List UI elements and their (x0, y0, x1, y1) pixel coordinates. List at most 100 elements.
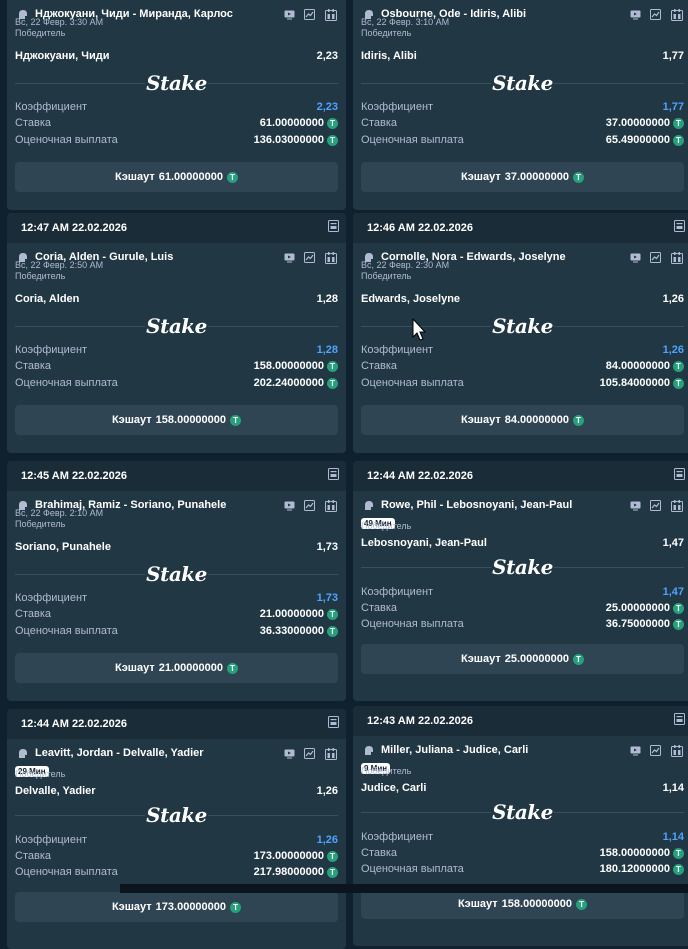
tether-coin-icon: T (572, 653, 584, 665)
live-stream-icon[interactable] (630, 500, 641, 511)
selection-name: Edwards, Joselyne (361, 293, 461, 305)
cashout-button[interactable]: Кэшаут 84.00000000 T (361, 405, 684, 435)
stake-row: Ставка 61.00000000 T (15, 117, 338, 131)
stake-label: Ставка (15, 360, 51, 372)
stats-chart-icon[interactable] (650, 745, 661, 756)
odds-value: 1,26 (662, 344, 684, 356)
odds-row: Коэффициент 2,23 (15, 101, 338, 115)
cashout-button[interactable]: Кэшаут 173.00000000 T (15, 892, 338, 922)
card-header: 12:47 AM 22.02.2026 (7, 213, 346, 243)
cashout-button[interactable]: Кэшаут 158.00000000 T (15, 405, 338, 435)
bet-slip-icon[interactable] (674, 220, 685, 232)
event-row[interactable]: Miller, Juliana - Judice, Carli (363, 744, 684, 758)
mma-glove-icon (19, 749, 27, 758)
event-title[interactable]: Leavitt, Jordan - Delvalle, Yadier (35, 747, 204, 759)
event-title[interactable]: Miller, Juliana - Judice, Carli (381, 744, 528, 756)
event-actions (630, 8, 684, 22)
scoreboard-icon[interactable] (325, 748, 337, 760)
stake-logo-divider: Stake (361, 800, 684, 824)
odds-value: 1,47 (662, 586, 684, 598)
scoreboard-icon[interactable] (325, 252, 337, 264)
card-header: 12:44 AM 22.02.2026 (353, 461, 688, 491)
stake-label: Ставка (15, 850, 51, 862)
event-row[interactable]: Rowe, Phil - Lebosnoyani, Jean-Paul (363, 499, 684, 513)
event-title[interactable]: Rowe, Phil - Lebosnoyani, Jean-Paul (381, 499, 572, 511)
bet-timestamp: 12:46 AM 22.02.2026 (367, 222, 473, 234)
stake-value: 158.00000000 (599, 847, 670, 859)
payout-value: 36.33000000 (259, 625, 324, 637)
tether-coin-icon: T (327, 135, 338, 146)
cashout-button[interactable]: Кэшаут 61.00000000 T (15, 162, 338, 192)
bet-card: 12:44 AM 22.02.2026 Leavitt, Jordan - Del… (7, 709, 346, 949)
stats-chart-icon[interactable] (304, 9, 315, 20)
bet-slip-icon[interactable] (674, 468, 685, 480)
stats-chart-icon[interactable] (304, 252, 315, 263)
market-name: Победитель (361, 271, 412, 281)
tether-coin-icon: T (327, 867, 338, 878)
cashout-amount: 158.00000000 (155, 414, 227, 426)
payout-row: Оценочная выплата 180.12000000 T (361, 863, 684, 877)
odds-value: 1,73 (316, 592, 338, 604)
event-date: Вс, 22 Февр. 2:30 AM (361, 260, 450, 270)
divider-line (554, 326, 684, 327)
bet-timestamp: 12:44 AM 22.02.2026 (367, 470, 473, 482)
tether-coin-icon: T (230, 414, 242, 426)
scoreboard-icon[interactable] (671, 252, 683, 264)
stake-row: Ставка 158.00000000 T (361, 847, 684, 861)
selection-name: Нджокуани, Чиди (15, 50, 110, 62)
mma-glove-icon (365, 501, 373, 510)
stake-value: 37.00000000 (605, 117, 670, 129)
card-body: Osbourne, Ode - Idiris, Alibi Вс, 22 Февр… (353, 0, 688, 210)
stake-label: Ставка (361, 360, 397, 372)
market-name: Победитель (361, 521, 412, 531)
live-stream-icon[interactable] (284, 9, 295, 20)
bet-slip-icon[interactable] (674, 713, 685, 725)
selection-name: Idiris, Alibi (361, 50, 417, 62)
stake-logo-divider: Stake (15, 803, 338, 827)
stats-chart-icon[interactable] (650, 252, 661, 263)
card-header: 12:44 AM 22.02.2026 (7, 709, 346, 739)
odds-row: Коэффициент 1,26 (15, 834, 338, 848)
card-body: Leavitt, Jordan - Delvalle, Yadier 29 Мин… (7, 739, 346, 949)
stake-row: Ставка 158.00000000 T (15, 360, 338, 374)
cashout-button[interactable]: Кэшаут 21.00000000 T (15, 653, 338, 683)
selection-name: Coria, Alden (15, 293, 80, 305)
cashout-button[interactable]: Кэшаут 158.00000000 T (361, 889, 684, 919)
odds-row: Коэффициент 1,77 (361, 101, 684, 115)
live-stream-icon[interactable] (630, 252, 641, 263)
bet-slip-icon[interactable] (328, 220, 339, 232)
selection-odds: 1,47 (662, 537, 684, 549)
scoreboard-icon[interactable] (671, 745, 683, 757)
live-stream-icon[interactable] (284, 500, 295, 511)
live-stream-icon[interactable] (630, 745, 641, 756)
selection-odds: 1,77 (662, 50, 684, 62)
event-actions (284, 8, 338, 22)
scoreboard-icon[interactable] (325, 9, 337, 21)
stats-chart-icon[interactable] (650, 9, 661, 20)
stats-chart-icon[interactable] (650, 500, 661, 511)
tether-coin-icon: T (673, 361, 684, 372)
payout-value: 136.03000000 (253, 134, 324, 146)
cashout-button[interactable]: Кэшаут 25.00000000 T (361, 644, 684, 674)
bet-slip-icon[interactable] (328, 716, 339, 728)
live-stream-icon[interactable] (284, 748, 295, 759)
stats-chart-icon[interactable] (304, 500, 315, 511)
live-stream-icon[interactable] (630, 9, 641, 20)
cashout-button[interactable]: Кэшаут 37.00000000 T (361, 162, 684, 192)
scoreboard-icon[interactable] (671, 9, 683, 21)
stats-chart-icon[interactable] (304, 748, 315, 759)
event-row[interactable]: Leavitt, Jordan - Delvalle, Yadier (17, 747, 338, 761)
bet-slip-icon[interactable] (328, 468, 339, 480)
bet-timestamp: 12:44 AM 22.02.2026 (21, 718, 127, 730)
payout-label: Оценочная выплата (15, 866, 118, 878)
payout-row: Оценочная выплата 105.84000000 T (361, 377, 684, 391)
scoreboard-icon[interactable] (671, 500, 683, 512)
payout-value: 36.75000000 (605, 618, 670, 630)
bet-card: Osbourne, Ode - Idiris, Alibi Вс, 22 Февр… (353, 0, 688, 210)
tether-coin-icon: T (572, 414, 584, 426)
odds-label: Коэффициент (15, 101, 88, 113)
odds-label: Коэффициент (361, 831, 434, 843)
divider-line (208, 326, 338, 327)
live-stream-icon[interactable] (284, 252, 295, 263)
scoreboard-icon[interactable] (325, 500, 337, 512)
